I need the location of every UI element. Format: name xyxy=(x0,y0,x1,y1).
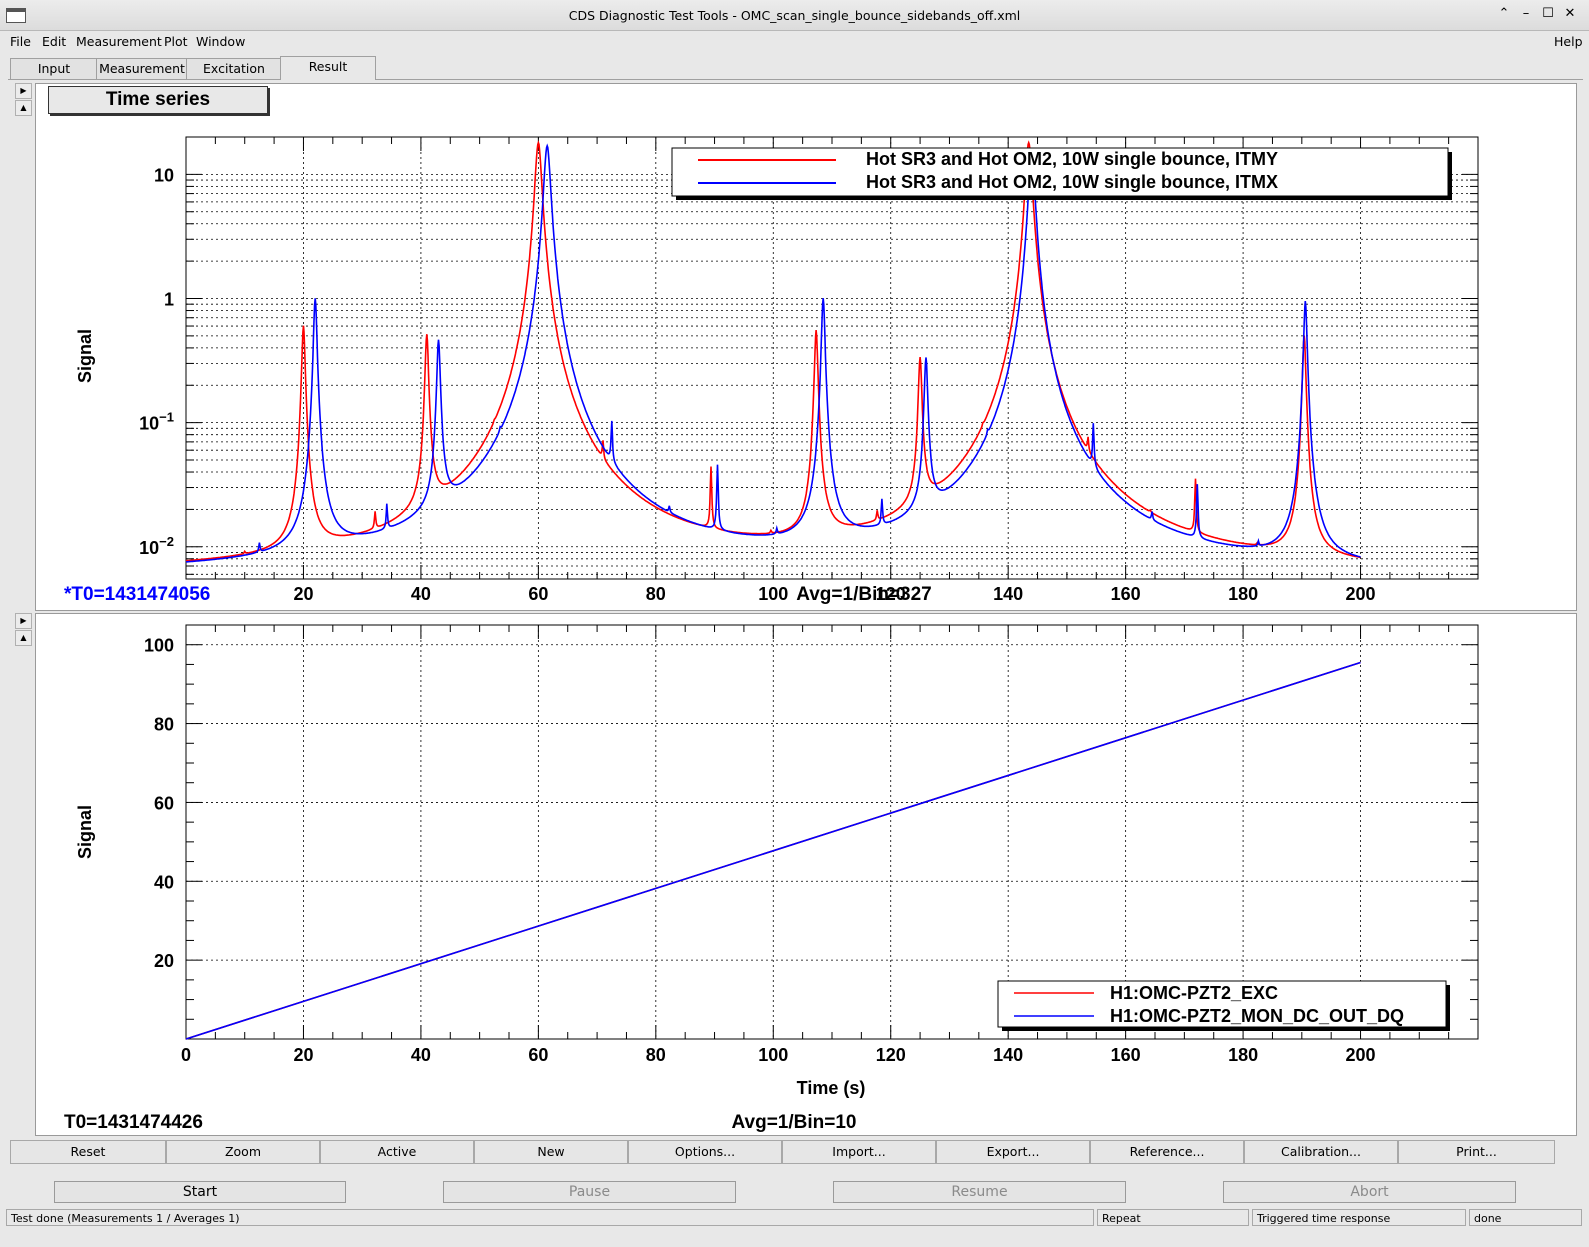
x-tick-label: 80 xyxy=(646,1045,666,1065)
y-tick-label: 10−2 xyxy=(139,534,174,558)
top-y-axis-label: Signal xyxy=(75,329,95,383)
x-tick-label: 80 xyxy=(646,584,666,604)
pause-button[interactable]: Pause xyxy=(443,1181,736,1203)
collapse-arrow-icon[interactable]: ▲ xyxy=(15,630,32,646)
status-mode: Repeat xyxy=(1097,1209,1249,1226)
menu-plot[interactable]: Plot xyxy=(164,34,188,49)
bottom-x-axis-label: Time (s) xyxy=(797,1078,866,1098)
plot-button-row: Reset Zoom Active New Options... Import.… xyxy=(10,1140,1575,1164)
x-tick-label: 0 xyxy=(181,1045,191,1065)
window-title: CDS Diagnostic Test Tools - OMC_scan_sin… xyxy=(568,8,1021,23)
y-tick-label: 10−1 xyxy=(139,410,174,434)
x-tick-label: 140 xyxy=(993,584,1023,604)
import-button[interactable]: Import... xyxy=(782,1140,936,1164)
top-t0-label: *T0=1431474056 xyxy=(64,584,210,605)
x-tick-label: 60 xyxy=(528,1045,548,1065)
expand-arrow-icon[interactable]: ▶ xyxy=(15,83,32,99)
x-tick-label: 100 xyxy=(758,584,788,604)
x-tick-label: 120 xyxy=(876,1045,906,1065)
bottom-avg-label: Avg=1/Bin=10 xyxy=(732,1112,857,1133)
menu-file[interactable]: File xyxy=(10,34,31,49)
y-tick-label: 60 xyxy=(154,793,174,813)
x-tick-label: 40 xyxy=(411,1045,431,1065)
bottom-y-axis-label: Signal xyxy=(75,805,95,859)
tab-measurement[interactable]: Measurement xyxy=(96,58,188,79)
legend-label-itmy: Hot SR3 and Hot OM2, 10W single bounce, … xyxy=(866,149,1278,169)
top-avg-label: Avg=1/Bin=327 xyxy=(796,584,932,605)
menu-measurement[interactable]: Measurement xyxy=(76,34,162,49)
x-tick-label: 60 xyxy=(528,584,548,604)
y-tick-label: 100 xyxy=(144,636,174,656)
active-button[interactable]: Active xyxy=(320,1140,474,1164)
x-tick-label: 200 xyxy=(1346,584,1376,604)
legend-label-itmx: Hot SR3 and Hot OM2, 10W single bounce, … xyxy=(866,172,1278,192)
menu-help[interactable]: Help xyxy=(1554,34,1583,49)
status-state: done xyxy=(1469,1209,1582,1226)
y-tick-label: 80 xyxy=(154,715,174,735)
new-button[interactable]: New xyxy=(474,1140,628,1164)
top-plot-panel[interactable]: Time series 20 40 60 80 100 120 140 160 180 200 10… xyxy=(35,83,1577,611)
x-tick-label: 160 xyxy=(1111,1045,1141,1065)
top-legend[interactable]: Hot SR3 and Hot OM2, 10W single bounce, … xyxy=(671,147,1452,200)
x-tick-label: 160 xyxy=(1111,584,1141,604)
bottom-legend[interactable]: H1:OMC-PZT2_EXC H1:OMC-PZT2_MON_DC_OUT_D… xyxy=(997,980,1450,1031)
x-tick-label: 20 xyxy=(293,584,313,604)
zoom-button[interactable]: Zoom xyxy=(166,1140,320,1164)
bottom-plot-panel[interactable]: 0 20 40 60 80 100 120 140 160 180 200 20 40 60 80 100 S… xyxy=(35,613,1577,1136)
x-tick-label: 100 xyxy=(758,1045,788,1065)
tab-bar: Input Measurement Excitation Result xyxy=(8,56,1583,80)
y-tick-label: 20 xyxy=(154,951,174,971)
shade-icon[interactable]: ⌃ xyxy=(1494,6,1514,21)
tab-excitation[interactable]: Excitation xyxy=(186,58,282,79)
export-button[interactable]: Export... xyxy=(936,1140,1090,1164)
bottom-t0-label: T0=1431474426 xyxy=(64,1112,203,1133)
y-tick-label: 1 xyxy=(164,290,174,310)
start-button[interactable]: Start xyxy=(54,1181,346,1203)
close-icon[interactable]: ✕ xyxy=(1560,6,1580,21)
expand-arrow-icon[interactable]: ▶ xyxy=(15,613,32,629)
top-chart-ticks: 20 40 60 80 100 120 140 160 180 20010110−110−2 xyxy=(139,136,1478,604)
y-tick-label: 40 xyxy=(154,872,174,892)
status-type: Triggered time response xyxy=(1252,1209,1466,1226)
x-tick-label: 140 xyxy=(993,1045,1023,1065)
x-tick-label: 200 xyxy=(1346,1045,1376,1065)
options-button[interactable]: Options... xyxy=(628,1140,782,1164)
reset-button[interactable]: Reset xyxy=(10,1140,166,1164)
x-tick-label: 180 xyxy=(1228,584,1258,604)
legend-label-mon: H1:OMC-PZT2_MON_DC_OUT_DQ xyxy=(1110,1006,1404,1026)
minimize-icon[interactable]: – xyxy=(1516,6,1536,21)
tab-input[interactable]: Input xyxy=(10,58,98,79)
x-tick-label: 180 xyxy=(1228,1045,1258,1065)
status-message: Test done (Measurements 1 / Averages 1) xyxy=(6,1209,1094,1226)
x-tick-label: 20 xyxy=(293,1045,313,1065)
menu-bar: File Edit Measurement Plot Window Help xyxy=(0,31,1589,53)
tab-result[interactable]: Result xyxy=(280,56,376,80)
collapse-arrow-icon[interactable]: ▲ xyxy=(15,100,32,116)
reference-button[interactable]: Reference... xyxy=(1090,1140,1244,1164)
resume-button[interactable]: Resume xyxy=(833,1181,1126,1203)
abort-button[interactable]: Abort xyxy=(1223,1181,1516,1203)
print-button[interactable]: Print... xyxy=(1398,1140,1555,1164)
top-chart[interactable]: 20 40 60 80 100 120 140 160 180 20010110−110−2 Si… xyxy=(36,84,1576,610)
x-tick-label: 40 xyxy=(411,584,431,604)
maximize-icon[interactable]: ☐ xyxy=(1538,6,1558,21)
calibration-button[interactable]: Calibration... xyxy=(1244,1140,1398,1164)
menu-edit[interactable]: Edit xyxy=(42,34,66,49)
legend-label-exc: H1:OMC-PZT2_EXC xyxy=(1110,983,1278,1003)
bottom-chart[interactable]: 0 20 40 60 80 100 120 140 160 180 200 20 40 60 80 100 S… xyxy=(36,614,1576,1135)
menu-window[interactable]: Window xyxy=(196,34,245,49)
title-bar: CDS Diagnostic Test Tools - OMC_scan_sin… xyxy=(0,0,1589,31)
y-tick-label: 10 xyxy=(154,165,174,185)
